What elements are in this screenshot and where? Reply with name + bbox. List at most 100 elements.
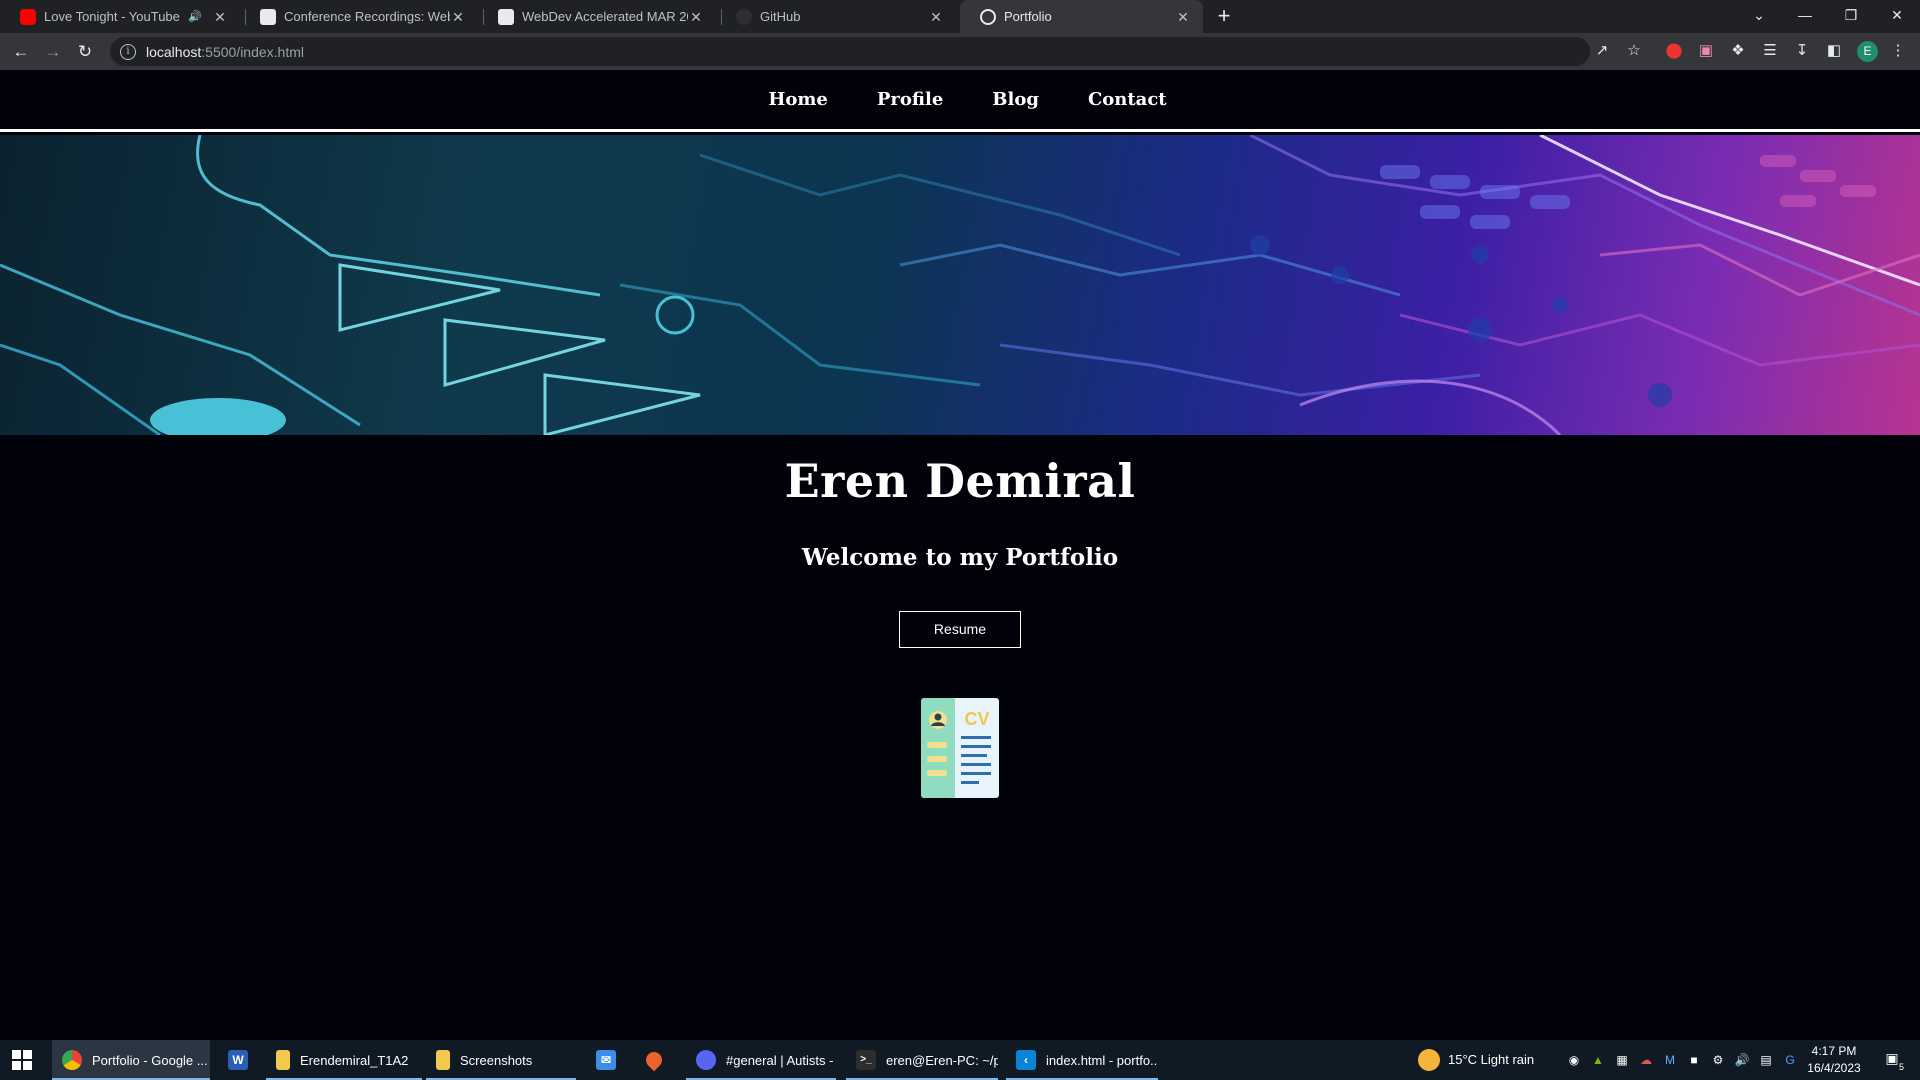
taskbar-label: Screenshots [460,1052,533,1068]
discord-icon [696,1050,716,1070]
folder-icon [276,1050,290,1070]
tab-conference-recordings[interactable]: Conference Recordings: WebDev ✕ [240,0,478,33]
clock[interactable]: 4:17 PM 16/4/2023 [1800,1043,1868,1077]
address-bar[interactable]: i localhost:5500/index.html [110,37,1590,66]
taskbar-label: Portfolio - Google ... [92,1052,208,1068]
download-icon[interactable]: ↧ [1792,41,1812,61]
language-tray-icon[interactable]: G [1782,1052,1798,1068]
site-nav: Home Profile Blog Contact [0,70,1920,132]
nav-contact-link[interactable]: Contact [1088,89,1167,110]
speaker-icon[interactable]: 🔊 [188,10,202,23]
taskbar-explorer-screenshots[interactable]: Screenshots [426,1040,576,1080]
tab-title: Portfolio [1004,9,1052,24]
tab-portfolio[interactable]: Portfolio ✕ [960,0,1203,33]
window-close-button[interactable]: ✕ [1874,0,1920,33]
steam-tray-icon[interactable]: ⚙ [1710,1052,1726,1068]
menu-kebab-icon[interactable]: ⋮ [1888,41,1908,61]
taskbar-label: Erendemiral_T1A2 [300,1052,409,1068]
forward-button[interactable]: → [40,39,66,65]
codeclub-icon [498,8,514,25]
page-viewport: Home Profile Blog Contact Eren Demiral W… [0,70,1920,1040]
side-panel-icon[interactable]: ◧ [1824,41,1844,61]
close-icon[interactable]: ✕ [450,9,466,25]
discord-tray-icon[interactable]: ◉ [1566,1052,1582,1068]
browser-tab-strip: Love Tonight - YouTube 🔊 ✕ Conference Re… [0,0,1920,33]
tab-github[interactable]: GitHub ✕ [716,0,956,33]
globe-icon [980,8,996,25]
restore-button[interactable]: ❐ [1828,0,1874,33]
terminal-icon: >_ [856,1050,876,1070]
browser-toolbar: ← → ↻ i localhost:5500/index.html ↗ ☆ ⬤ … [0,33,1920,70]
taskbar-label: index.html - portfo... [1046,1052,1158,1068]
weather-text[interactable]: 15°C Light rain [1448,1040,1534,1080]
cv-icon-label: CV [964,709,989,729]
chrome-icon [62,1050,82,1070]
nav-profile-link[interactable]: Profile [877,89,943,110]
close-icon[interactable]: ✕ [928,9,944,25]
github-icon [736,8,752,25]
vscode-icon: ‹ [1016,1050,1036,1070]
taskbar-label: #general | Autists - ... [726,1052,836,1068]
tab-title: WebDev Accelerated MAR 2023 [522,9,688,24]
back-button[interactable]: ← [8,39,34,65]
notification-count: 5 [1898,1062,1904,1072]
taskbar-terminal[interactable]: >_ eren@Eren-PC: ~/p... [846,1040,998,1080]
close-icon[interactable]: ✕ [1175,9,1191,25]
share-icon[interactable]: ↗ [1592,41,1612,61]
mail-icon: ✉ [596,1050,616,1070]
tab-title: GitHub [760,9,801,24]
cloud-tray-icon[interactable]: ☁ [1638,1052,1654,1068]
taskbar-discord[interactable]: #general | Autists - ... [686,1040,836,1080]
windows-start-icon[interactable] [12,1050,32,1070]
circuit-node [150,398,286,435]
minimize-button[interactable]: — [1782,0,1828,33]
taskbar-chrome[interactable]: Portfolio - Google ... [52,1040,210,1080]
site-info-icon[interactable]: i [120,43,136,60]
camera-tray-icon[interactable]: ▦ [1614,1052,1630,1068]
profile-avatar[interactable]: E [1857,41,1878,62]
new-tab-button[interactable]: + [1212,5,1236,29]
close-icon[interactable]: ✕ [688,9,704,25]
volume-icon[interactable]: 🔊 [1734,1052,1750,1068]
media-queue-icon[interactable]: ☰ [1760,41,1780,61]
close-icon[interactable]: ✕ [212,9,228,25]
tab-youtube[interactable]: Love Tonight - YouTube 🔊 ✕ [0,0,240,33]
extension-colorpick-icon[interactable]: ▣ [1696,41,1716,61]
folder-icon [436,1050,450,1070]
maps-icon [642,1048,666,1072]
mail-tray-icon[interactable]: M [1662,1052,1678,1068]
taskbar-vscode[interactable]: ‹ index.html - portfo... [1006,1040,1158,1080]
weather-icon[interactable] [1418,1049,1440,1071]
notification-center-icon[interactable]: ▣ 5 [1882,1050,1904,1072]
windows-taskbar: Portfolio - Google ... W Erendemiral_T1A… [0,1040,1920,1080]
taskbar-explorer-erendemiral[interactable]: Erendemiral_T1A2 [266,1040,422,1080]
nav-home-link[interactable]: Home [768,89,828,110]
taskbar-mail[interactable]: ✉ [586,1040,630,1080]
url-path: :5500/index.html [201,43,304,60]
resume-button[interactable]: Resume [899,611,1021,648]
security-tray-icon[interactable]: ■ [1686,1052,1702,1068]
tab-search-button[interactable]: ⌄ [1736,0,1782,33]
clock-date: 16/4/2023 [1807,1061,1861,1075]
circuit-pattern [0,135,1920,435]
youtube-icon [20,8,36,25]
network-icon[interactable]: ▤ [1758,1052,1774,1068]
taskbar-maps[interactable] [636,1040,680,1080]
codeclub-icon [260,8,276,25]
bookmark-star-icon[interactable]: ☆ [1624,41,1644,61]
extension-adblock-icon[interactable]: ⬤ [1664,41,1684,61]
circuit-banner-image [0,135,1920,435]
tab-webdev-accelerated[interactable]: WebDev Accelerated MAR 2023 ✕ [478,0,716,33]
reload-button[interactable]: ↻ [72,39,98,65]
extensions-puzzle-icon[interactable]: ❖ [1728,41,1748,61]
tab-title: Conference Recordings: WebDev [284,9,450,24]
taskbar-label: eren@Eren-PC: ~/p... [886,1052,998,1068]
taskbar-word[interactable]: W [218,1040,262,1080]
hero-subtitle: Welcome to my Portfolio [801,544,1119,571]
clock-time: 4:17 PM [1811,1044,1857,1058]
nvidia-tray-icon[interactable]: ▲ [1590,1052,1606,1068]
cv-document-icon[interactable]: CV [921,698,999,798]
word-icon: W [228,1050,248,1070]
hero-name-heading: Eren Demiral [784,454,1136,508]
nav-blog-link[interactable]: Blog [992,89,1039,110]
